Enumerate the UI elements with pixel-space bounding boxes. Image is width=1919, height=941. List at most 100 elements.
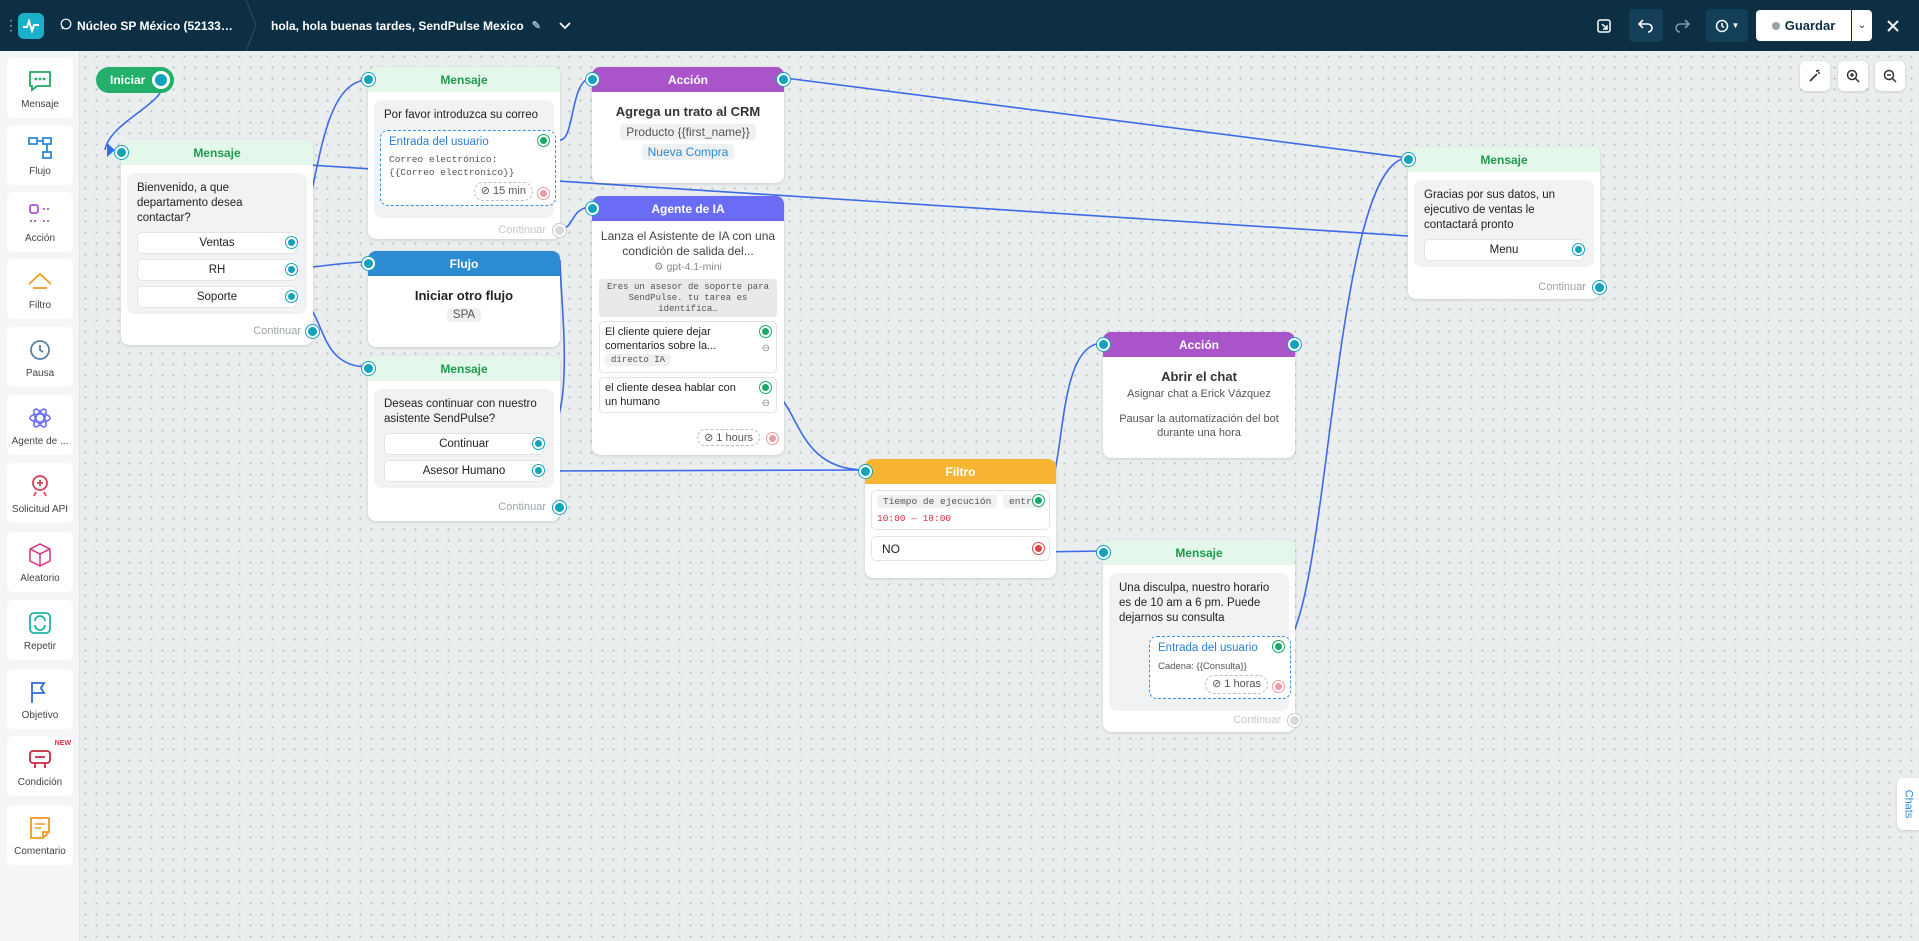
- sidebar-item-pausa[interactable]: Pausa: [7, 327, 73, 387]
- input-pin[interactable]: [1097, 546, 1110, 559]
- sidebar-item-aleatorio[interactable]: Aleatorio: [7, 532, 73, 592]
- filter-false-pin[interactable]: [1033, 543, 1044, 554]
- ai-condition-human[interactable]: el cliente desea hablar con un humano ⊖: [599, 377, 777, 413]
- filter-range: 10:00 — 18:00: [877, 513, 952, 524]
- sidebar-item-agente[interactable]: Agente de ...: [7, 395, 73, 455]
- input-pin[interactable]: [362, 73, 375, 86]
- reply-button-rh[interactable]: RH: [137, 259, 297, 281]
- auto-arrange-button[interactable]: [1800, 61, 1830, 91]
- reply-button-asesor[interactable]: Asesor Humano: [384, 460, 544, 482]
- start-output-pin[interactable]: [152, 71, 170, 89]
- filter-condition[interactable]: Tiempo de ejecución entre 10:00 — 18:00: [871, 490, 1050, 530]
- output-pin[interactable]: [1288, 338, 1301, 351]
- filter-else[interactable]: NO: [871, 536, 1050, 561]
- input-pin[interactable]: [362, 257, 375, 270]
- continue-pin[interactable]: [553, 224, 566, 237]
- message-node-continue[interactable]: Mensaje Deseas continuar con nuestro asi…: [362, 356, 566, 521]
- redo-button[interactable]: [1665, 9, 1699, 42]
- sidebar-item-condicion[interactable]: NEW Condición: [7, 736, 73, 796]
- save-options-button[interactable]: ⌄: [1852, 10, 1872, 41]
- sidebar-item-filtro[interactable]: Filtro: [7, 259, 73, 319]
- message-node-thanks[interactable]: Mensaje Gracias por sus datos, un ejecut…: [1402, 147, 1606, 299]
- history-button[interactable]: ▼: [1706, 9, 1748, 42]
- input-pin[interactable]: [859, 465, 872, 478]
- continue-pin[interactable]: [306, 325, 319, 338]
- action-node-open-chat[interactable]: Acción Abrir el chat Asignar chat a Eric…: [1097, 332, 1301, 458]
- drag-handle-icon[interactable]: ⋮: [4, 0, 18, 51]
- zoom-in-button[interactable]: [1838, 61, 1868, 91]
- continue-pin[interactable]: [1593, 281, 1606, 294]
- message-node-welcome[interactable]: Mensaje Bienvenido, a que departamento d…: [115, 140, 319, 345]
- output-pin[interactable]: [777, 73, 790, 86]
- close-button[interactable]: [1881, 0, 1905, 51]
- sidebar-item-objetivo[interactable]: Objetivo: [7, 669, 73, 729]
- user-input-box[interactable]: Entrada del usuario Cadena: {{Consulta}}…: [1149, 636, 1291, 699]
- continue-pin[interactable]: [1288, 714, 1301, 727]
- button-pin[interactable]: [286, 291, 297, 302]
- filter-true-pin[interactable]: [1033, 495, 1044, 506]
- timeout-badge: ⊘ 15 min: [473, 182, 533, 201]
- timer-value: 1 horas: [1224, 678, 1261, 690]
- save-button[interactable]: Guardar: [1756, 10, 1851, 41]
- button-pin[interactable]: [533, 438, 544, 449]
- timeout-badge: ⊘ 1 horas: [1205, 675, 1268, 694]
- app-logo[interactable]: [18, 0, 44, 51]
- sidebar-item-mensaje[interactable]: Mensaje: [7, 58, 73, 118]
- workspace-selector[interactable]: Núcleo SP México (52133…: [60, 0, 233, 51]
- action-node-crm[interactable]: Acción Agrega un trato al CRM Producto {…: [586, 67, 790, 183]
- chevron-down-icon[interactable]: [559, 19, 571, 33]
- workspace-name: Núcleo SP México (52133…: [77, 18, 233, 33]
- sidebar-item-flujo[interactable]: Flujo: [7, 125, 73, 185]
- flow-title[interactable]: hola, hola buenas tardes, SendPulse Mexi…: [271, 0, 571, 51]
- reply-button-ventas[interactable]: Ventas: [137, 232, 297, 254]
- minus-circle-icon[interactable]: ⊖: [762, 343, 770, 354]
- input-valid-pin[interactable]: [538, 135, 549, 146]
- timeout-pin[interactable]: [1273, 681, 1284, 692]
- api-icon: [32, 474, 48, 496]
- flow-title: Iniciar otro flujo: [414, 288, 514, 303]
- input-pin[interactable]: [586, 73, 599, 86]
- flow-node[interactable]: Flujo Iniciar otro flujo SPA: [362, 251, 560, 347]
- button-pin[interactable]: [1573, 244, 1584, 255]
- timeout-pin[interactable]: [767, 433, 778, 444]
- input-pin[interactable]: [115, 146, 128, 159]
- user-input-body: Correo electrónico: {{Correo electronico…: [389, 154, 515, 178]
- zoom-out-icon: [1883, 69, 1897, 83]
- input-pin[interactable]: [362, 362, 375, 375]
- button-pin[interactable]: [533, 465, 544, 476]
- user-input-box[interactable]: Entrada del usuario Correo electrónico: …: [380, 130, 556, 206]
- condition-pin[interactable]: [760, 326, 771, 337]
- sidebar-item-label: Repetir: [23, 640, 57, 652]
- input-valid-pin[interactable]: [1273, 641, 1284, 652]
- input-pin[interactable]: [1097, 338, 1110, 351]
- button-pin[interactable]: [286, 264, 297, 275]
- edit-pencil-icon[interactable]: ✎: [532, 19, 541, 32]
- node-header: Mensaje: [368, 67, 560, 92]
- message-node-schedule[interactable]: Mensaje Una disculpa, nuestro horario es…: [1097, 540, 1301, 732]
- input-pin[interactable]: [1402, 153, 1415, 166]
- continue-pin[interactable]: [553, 501, 566, 514]
- node-header: Mensaje: [121, 140, 313, 165]
- start-node[interactable]: Iniciar: [96, 67, 174, 93]
- sidebar-item-solicitud-api[interactable]: Solicitud API: [7, 463, 73, 523]
- preview-icon[interactable]: [1596, 0, 1612, 51]
- timeout-pin[interactable]: [538, 188, 549, 199]
- ai-condition-feedback[interactable]: El cliente quiere dejar comentarios sobr…: [599, 321, 777, 373]
- filter-node[interactable]: Filtro Tiempo de ejecución entre 10:00 —…: [859, 459, 1056, 578]
- sidebar-item-comentario[interactable]: Comentario: [7, 805, 73, 865]
- undo-button[interactable]: [1629, 9, 1663, 42]
- node-header: Acción: [592, 67, 784, 92]
- button-pin[interactable]: [286, 237, 297, 248]
- condition-pin[interactable]: [760, 382, 771, 393]
- message-node-email[interactable]: Mensaje Por favor introduzca su correo E…: [362, 67, 566, 239]
- reply-button-menu[interactable]: Menu: [1424, 239, 1584, 261]
- zoom-out-button[interactable]: [1875, 61, 1905, 91]
- sidebar-item-accion[interactable]: Acción: [7, 192, 73, 252]
- reply-button-soporte[interactable]: Soporte: [137, 286, 297, 308]
- chats-tab[interactable]: Chats: [1897, 778, 1919, 830]
- sidebar-item-repetir[interactable]: Repetir: [7, 600, 73, 660]
- minus-circle-icon[interactable]: ⊖: [762, 398, 770, 409]
- input-pin[interactable]: [586, 202, 599, 215]
- ai-agent-node[interactable]: Agente de IA Lanza el Asistente de IA co…: [586, 196, 784, 455]
- reply-button-continuar[interactable]: Continuar: [384, 433, 544, 455]
